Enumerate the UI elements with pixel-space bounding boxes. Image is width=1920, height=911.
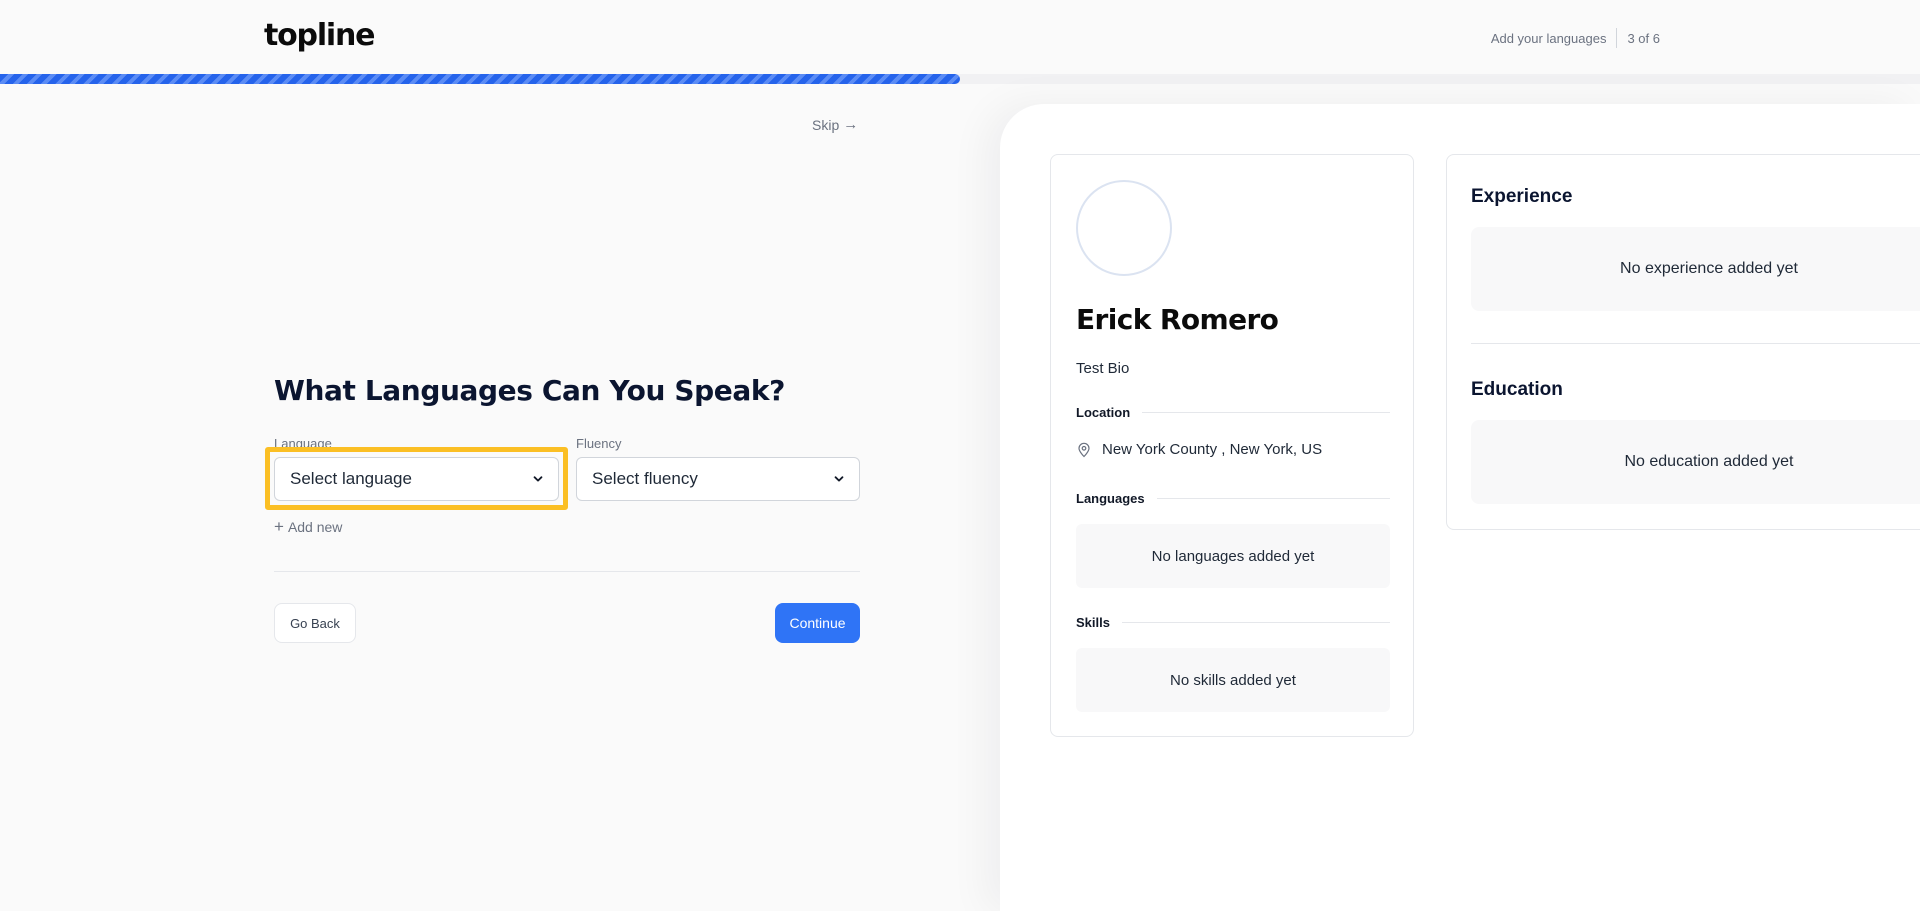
experience-empty-state: No experience added yet: [1471, 227, 1920, 311]
page-title: What Languages Can You Speak?: [274, 374, 785, 407]
continue-button[interactable]: Continue: [775, 603, 860, 643]
education-empty-state: No education added yet: [1471, 420, 1920, 504]
profile-name: Erick Romero: [1076, 303, 1279, 336]
add-new-label: Add new: [287, 518, 343, 535]
step-indicator: Add your languages 3 of 6: [1491, 28, 1660, 48]
location-row: New York County , New York, US: [1076, 441, 1322, 458]
go-back-button[interactable]: Go Back: [274, 603, 356, 643]
profile-preview-panel: Erick Romero Test Bio Location New York …: [1000, 104, 1920, 911]
fluency-label: Fluency: [576, 436, 622, 451]
profile-card: Erick Romero Test Bio Location New York …: [1050, 154, 1414, 737]
arrow-right-icon: →: [843, 116, 859, 133]
card-divider: [1471, 343, 1920, 344]
topline-logo[interactable]: topline: [264, 18, 376, 53]
education-heading: Education: [1471, 379, 1563, 400]
add-new-language-button[interactable]: + Add new: [274, 518, 342, 535]
location-heading: Location: [1076, 405, 1390, 420]
languages-heading-text: Languages: [1076, 491, 1145, 506]
skills-heading-text: Skills: [1076, 615, 1110, 630]
language-select-value: Select language: [290, 469, 412, 488]
heading-divider: [1142, 412, 1390, 413]
location-heading-text: Location: [1076, 405, 1131, 420]
skills-heading: Skills: [1076, 615, 1390, 630]
heading-divider: [1156, 498, 1390, 499]
chevron-down-icon: [533, 476, 543, 482]
plus-icon: +: [274, 517, 284, 536]
progress-bar: [0, 74, 1920, 84]
experience-heading: Experience: [1471, 186, 1573, 207]
top-header: topline Add your languages 3 of 6: [0, 0, 1920, 74]
avatar: [1076, 180, 1172, 276]
fluency-select-value: Select fluency: [592, 469, 698, 488]
experience-education-card: Experience No experience added yet Educa…: [1446, 154, 1920, 530]
languages-empty-state: No languages added yet: [1076, 524, 1390, 588]
step-label: Add your languages: [1490, 30, 1607, 46]
skip-link[interactable]: Skip →: [812, 116, 858, 133]
profile-bio: Test Bio: [1076, 360, 1130, 377]
languages-heading: Languages: [1076, 491, 1390, 506]
form-divider: [274, 571, 860, 572]
location-text: New York County , New York, US: [1102, 441, 1323, 458]
language-select[interactable]: Select language: [274, 457, 559, 501]
skills-empty-state: No skills added yet: [1076, 648, 1390, 712]
skip-label: Skip: [812, 116, 840, 133]
progress-bar-fill: [0, 74, 960, 84]
fluency-select[interactable]: Select fluency: [576, 457, 860, 501]
chevron-down-icon: [834, 476, 844, 482]
step-divider: [1616, 28, 1618, 48]
heading-divider: [1121, 622, 1390, 623]
location-pin-icon: [1078, 442, 1090, 457]
step-counter: 3 of 6: [1627, 30, 1660, 46]
